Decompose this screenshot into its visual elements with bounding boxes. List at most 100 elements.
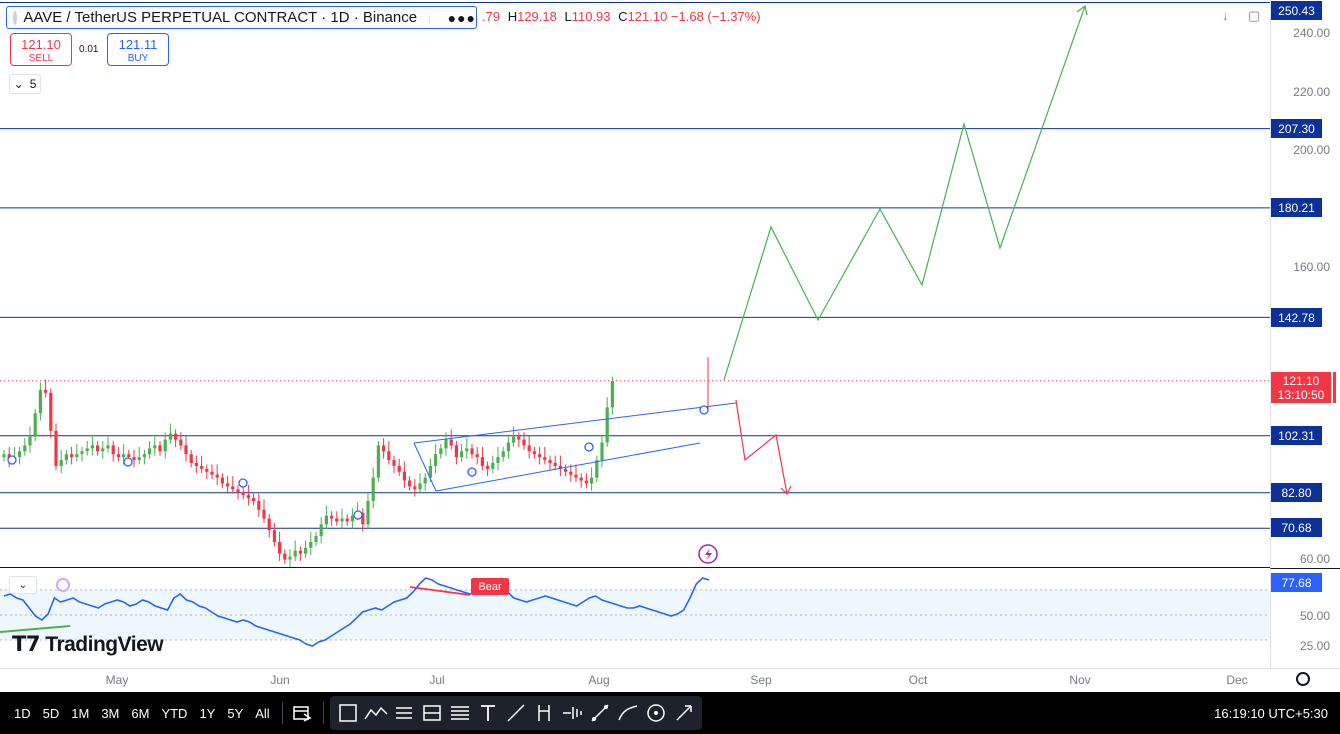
range-1d[interactable]: 1D <box>8 706 37 721</box>
text-tool-icon[interactable] <box>475 700 501 726</box>
candle-body <box>522 439 526 446</box>
candle-body <box>231 486 235 490</box>
candle-body <box>267 518 271 531</box>
candle-body <box>470 448 474 455</box>
candle-body <box>579 477 583 481</box>
price-tick: 240.00 <box>1293 26 1330 40</box>
ohlc-close-label: C <box>618 9 628 24</box>
time-label: Jun <box>270 673 290 687</box>
candle-body <box>38 389 42 414</box>
price-tick: 60.00 <box>1299 552 1330 566</box>
candle-body <box>330 515 334 519</box>
candle-body <box>2 454 6 458</box>
time-label: Aug <box>588 673 610 687</box>
sell-button[interactable]: 121.10 SELL <box>10 33 72 66</box>
ohlc-high-label: H <box>507 9 518 24</box>
candle-body <box>449 439 453 446</box>
range-5y[interactable]: 5Y <box>221 706 249 721</box>
symbol-title: AAVE / TetherUS PERPETUAL CONTRACT · 1D … <box>23 9 418 26</box>
arrow-icon[interactable] <box>671 700 697 726</box>
rsi-tick: 25.00 <box>1299 639 1330 653</box>
range-ytd[interactable]: YTD <box>155 706 193 721</box>
candle-body <box>408 480 412 487</box>
candle-body <box>158 445 162 452</box>
ohlc-open: .79 <box>482 9 501 24</box>
time-label: Oct <box>908 673 928 687</box>
candle-body <box>246 495 250 499</box>
ohlc-low: 110.93 <box>571 9 611 24</box>
candle-body <box>465 448 469 452</box>
date-range-icon[interactable] <box>290 700 316 726</box>
candle-body <box>517 436 521 440</box>
selection-rectangle-icon[interactable] <box>335 700 361 726</box>
date-range-icon-svg <box>292 706 312 722</box>
range-6m[interactable]: 6M <box>125 706 155 721</box>
level-label-102: 102.31 <box>1271 426 1322 445</box>
range-5d[interactable]: 5D <box>37 706 66 721</box>
candle-body <box>184 445 188 455</box>
range-3m[interactable]: 3M <box>95 706 125 721</box>
candle-body <box>574 474 578 478</box>
trend-line-icon[interactable] <box>503 700 529 726</box>
candle-body <box>538 454 542 458</box>
range-1y[interactable]: 1Y <box>193 706 221 721</box>
rsi-collapse-button[interactable]: ⌄ <box>9 576 37 594</box>
fullscreen-icon[interactable]: ▢ <box>1248 8 1260 24</box>
candle-body <box>298 550 302 554</box>
candle-body <box>23 445 27 452</box>
candle-body <box>194 462 198 466</box>
toolbar-divider <box>281 702 283 724</box>
price-range-icon[interactable] <box>531 700 557 726</box>
candle-body <box>220 477 224 484</box>
time-axis[interactable]: May Jun Jul Aug Sep Oct Nov Dec <box>0 668 1340 692</box>
visibility-icon[interactable] <box>429 10 430 25</box>
candle-body <box>236 489 240 493</box>
candle-body <box>350 515 354 522</box>
rsi-scale[interactable]: 77.68 50.00 25.00 <box>1270 568 1340 668</box>
long-position-icon[interactable] <box>391 700 417 726</box>
candle-body <box>590 477 594 484</box>
refresh-icon[interactable] <box>56 578 70 592</box>
price-scale[interactable]: 240.00 220.00 200.00 160.00 60.00 250.43… <box>1270 0 1340 568</box>
candle-body <box>397 465 401 472</box>
candle-body <box>392 460 396 466</box>
polyline-icon[interactable] <box>363 700 389 726</box>
alert-marker <box>699 405 709 415</box>
axis-settings-icon[interactable] <box>1296 672 1310 686</box>
symbol-legend[interactable]: AAVE / TetherUS PERPETUAL CONTRACT · 1D … <box>6 6 477 29</box>
path-tool-icon[interactable] <box>587 700 613 726</box>
anchored-vwap-icon[interactable] <box>559 700 585 726</box>
candle-body <box>532 451 536 455</box>
alert-marker <box>584 442 594 452</box>
candle-body <box>486 465 490 469</box>
rsi-pane[interactable]: ⌄ Bear 𝗧𝟳 TradingView <box>0 568 1270 668</box>
brush-icon[interactable] <box>615 700 641 726</box>
range-1m[interactable]: 1M <box>65 706 95 721</box>
candle-body <box>293 550 297 557</box>
short-position-icon[interactable] <box>419 700 445 726</box>
anchored-vwap-icon-svg <box>562 707 582 719</box>
candle-body <box>382 445 386 452</box>
fib-retracement-icon[interactable] <box>447 700 473 726</box>
rsi-chart[interactable] <box>0 568 1270 668</box>
path-tool-icon-svg <box>591 704 609 722</box>
candle-body <box>340 518 344 522</box>
candle-body <box>278 541 282 554</box>
ellipsis-icon[interactable]: ●●● <box>448 10 476 26</box>
time-label: Jul <box>429 673 445 687</box>
download-arrow-icon[interactable]: ↓ <box>1222 8 1229 23</box>
tradingview-mark-icon: 𝗧𝟳 <box>12 633 46 656</box>
range-all[interactable]: All <box>249 706 275 721</box>
eye-icon[interactable] <box>643 700 669 726</box>
price-chart[interactable] <box>0 0 1270 567</box>
candle-body <box>189 454 193 463</box>
utc-clock[interactable]: 16:19:10 UTC+5:30 <box>1214 706 1328 721</box>
indicators-collapse-button[interactable]: ⌄ 5 <box>9 74 41 94</box>
candle-body <box>314 536 318 542</box>
main-chart-pane[interactable]: AAVE / TetherUS PERPETUAL CONTRACT · 1D … <box>0 0 1270 568</box>
sell-label: SELL <box>28 53 54 64</box>
candle-body <box>595 460 599 478</box>
alert-marker <box>7 455 17 465</box>
buy-button[interactable]: 121.11 BUY <box>107 33 169 66</box>
candle-body <box>371 477 375 501</box>
